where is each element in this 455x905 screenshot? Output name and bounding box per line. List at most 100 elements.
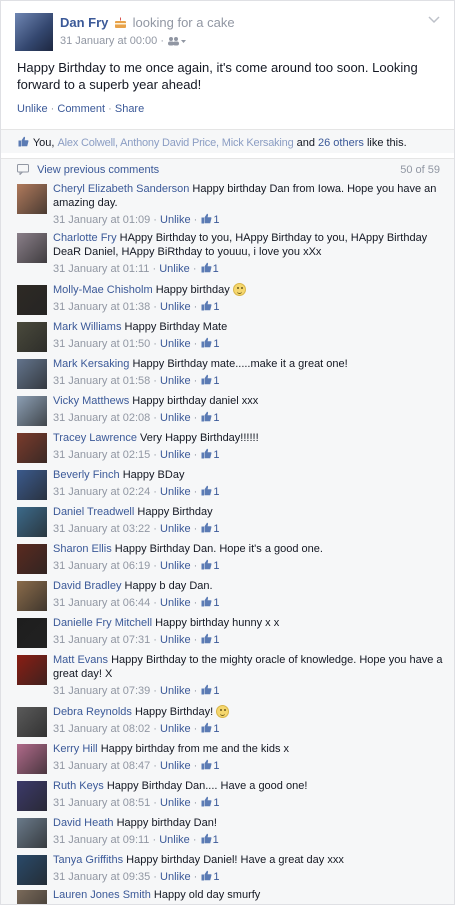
comment-like-count[interactable]: 1 <box>213 263 219 275</box>
commenter-name[interactable]: Cheryl Elizabeth Sanderson <box>53 183 189 195</box>
commenter-name[interactable]: David Heath <box>53 817 114 829</box>
commenter-avatar[interactable] <box>17 655 47 685</box>
commenter-name[interactable]: Ruth Keys <box>53 780 104 792</box>
comment-unlike-button[interactable]: Unlike <box>160 338 191 350</box>
commenter-avatar[interactable] <box>17 233 47 263</box>
comment-like-count[interactable]: 1 <box>213 449 219 461</box>
commenter-avatar[interactable] <box>17 581 47 611</box>
comment-unlike-button[interactable]: Unlike <box>160 375 191 387</box>
comment-timestamp[interactable]: 31 January at 09:35 <box>53 871 150 883</box>
likes-others-link[interactable]: 26 others <box>318 137 364 149</box>
share-button[interactable]: Share <box>115 103 144 115</box>
comment-like-count[interactable]: 1 <box>213 560 219 572</box>
comment-unlike-button[interactable]: Unlike <box>160 871 191 883</box>
commenter-name[interactable]: Lauren Jones Smith <box>53 889 151 901</box>
commenter-name[interactable]: Molly-Mae Chisholm <box>53 284 153 296</box>
commenter-name[interactable]: Daniel Treadwell <box>53 506 134 518</box>
comment-timestamp[interactable]: 31 January at 02:15 <box>53 449 150 461</box>
comment-unlike-button[interactable]: Unlike <box>160 560 191 572</box>
comment-like-count[interactable]: 1 <box>213 375 219 387</box>
commenter-avatar[interactable] <box>17 818 47 848</box>
commenter-avatar[interactable] <box>17 707 47 737</box>
comment-timestamp[interactable]: 31 January at 01:50 <box>53 338 150 350</box>
commenter-avatar[interactable] <box>17 544 47 574</box>
comment-button[interactable]: Comment <box>57 103 105 115</box>
comment-timestamp[interactable]: 31 January at 01:38 <box>53 301 150 313</box>
comment-unlike-button[interactable]: Unlike <box>160 597 191 609</box>
unlike-button[interactable]: Unlike <box>17 103 48 115</box>
comment-unlike-button[interactable]: Unlike <box>159 263 190 275</box>
commenter-name[interactable]: Debra Reynolds <box>53 706 132 718</box>
commenter-avatar[interactable] <box>17 322 47 352</box>
commenter-avatar[interactable] <box>17 744 47 774</box>
commenter-name[interactable]: Kerry Hill <box>53 743 98 755</box>
comment-timestamp[interactable]: 31 January at 02:08 <box>53 412 150 424</box>
comment-unlike-button[interactable]: Unlike <box>160 685 191 697</box>
commenter-name[interactable]: Danielle Fry Mitchell <box>53 617 152 629</box>
comment-like-count[interactable]: 1 <box>213 301 219 313</box>
comment-like-count[interactable]: 1 <box>213 723 219 735</box>
comment-timestamp[interactable]: 31 January at 06:44 <box>53 597 150 609</box>
commenter-avatar[interactable] <box>17 855 47 885</box>
comment-timestamp[interactable]: 31 January at 03:22 <box>53 523 150 535</box>
comment-like-count[interactable]: 1 <box>213 760 219 772</box>
commenter-name[interactable]: Charlotte Fry <box>53 232 117 244</box>
comment-timestamp[interactable]: 31 January at 02:24 <box>53 486 150 498</box>
comment-timestamp[interactable]: 31 January at 01:09 <box>53 214 150 226</box>
comment-like-count[interactable]: 1 <box>213 797 219 809</box>
commenter-name[interactable]: Mark Williams <box>53 321 121 333</box>
commenter-avatar[interactable] <box>17 507 47 537</box>
commenter-avatar[interactable] <box>17 396 47 426</box>
post-timestamp[interactable]: 31 January at 00:00 <box>60 35 157 47</box>
comment-timestamp[interactable]: 31 January at 01:58 <box>53 375 150 387</box>
view-previous-comments-link[interactable]: View previous comments <box>37 164 159 176</box>
comment-unlike-button[interactable]: Unlike <box>160 412 191 424</box>
audience-friends-icon[interactable] <box>167 36 187 46</box>
comment-unlike-button[interactable]: Unlike <box>159 834 190 846</box>
comment-like-count[interactable]: 1 <box>213 523 219 535</box>
comment-like-count[interactable]: 1 <box>213 338 219 350</box>
comment-like-count[interactable]: 1 <box>213 634 219 646</box>
commenter-avatar[interactable] <box>17 285 47 315</box>
comment-unlike-button[interactable]: Unlike <box>160 486 191 498</box>
comment-unlike-button[interactable]: Unlike <box>160 523 191 535</box>
comment-timestamp[interactable]: 31 January at 08:51 <box>53 797 150 809</box>
commenter-name[interactable]: Sharon Ellis <box>53 543 112 555</box>
comment-timestamp[interactable]: 31 January at 07:39 <box>53 685 150 697</box>
comment-unlike-button[interactable]: Unlike <box>160 214 191 226</box>
commenter-avatar[interactable] <box>17 433 47 463</box>
comment-like-count[interactable]: 1 <box>213 412 219 424</box>
comment-like-count[interactable]: 1 <box>213 486 219 498</box>
comment-timestamp[interactable]: 31 January at 07:31 <box>53 634 150 646</box>
comment-like-count[interactable]: 1 <box>213 834 219 846</box>
commenter-avatar[interactable] <box>17 781 47 811</box>
commenter-avatar[interactable] <box>17 359 47 389</box>
chevron-down-icon[interactable] <box>428 13 440 25</box>
comment-timestamp[interactable]: 31 January at 06:19 <box>53 560 150 572</box>
commenter-name[interactable]: Vicky Matthews <box>53 395 129 407</box>
commenter-avatar[interactable] <box>17 470 47 500</box>
commenter-avatar[interactable] <box>17 890 47 904</box>
comment-timestamp[interactable]: 31 January at 09:11 <box>53 834 149 846</box>
comment-like-count[interactable]: 1 <box>213 685 219 697</box>
comment-timestamp[interactable]: 31 January at 01:11 <box>53 263 149 275</box>
commenter-avatar[interactable] <box>17 618 47 648</box>
commenter-name[interactable]: Beverly Finch <box>53 469 120 481</box>
comment-like-count[interactable]: 1 <box>213 597 219 609</box>
author-avatar[interactable] <box>15 13 53 51</box>
comment-unlike-button[interactable]: Unlike <box>160 723 191 735</box>
comment-unlike-button[interactable]: Unlike <box>160 797 191 809</box>
commenter-name[interactable]: Tanya Griffiths <box>53 854 123 866</box>
comment-timestamp[interactable]: 31 January at 08:02 <box>53 723 150 735</box>
commenter-name[interactable]: David Bradley <box>53 580 121 592</box>
author-name[interactable]: Dan Fry <box>60 15 108 30</box>
comment-like-count[interactable]: 1 <box>213 871 219 883</box>
comment-timestamp[interactable]: 31 January at 08:47 <box>53 760 150 772</box>
commenter-name[interactable]: Matt Evans <box>53 654 108 666</box>
commenter-name[interactable]: Tracey Lawrence <box>53 432 137 444</box>
comment-unlike-button[interactable]: Unlike <box>160 449 191 461</box>
commenter-name[interactable]: Mark Kersaking <box>53 358 129 370</box>
comment-unlike-button[interactable]: Unlike <box>160 760 191 772</box>
comment-unlike-button[interactable]: Unlike <box>160 634 191 646</box>
comment-like-count[interactable]: 1 <box>213 214 219 226</box>
